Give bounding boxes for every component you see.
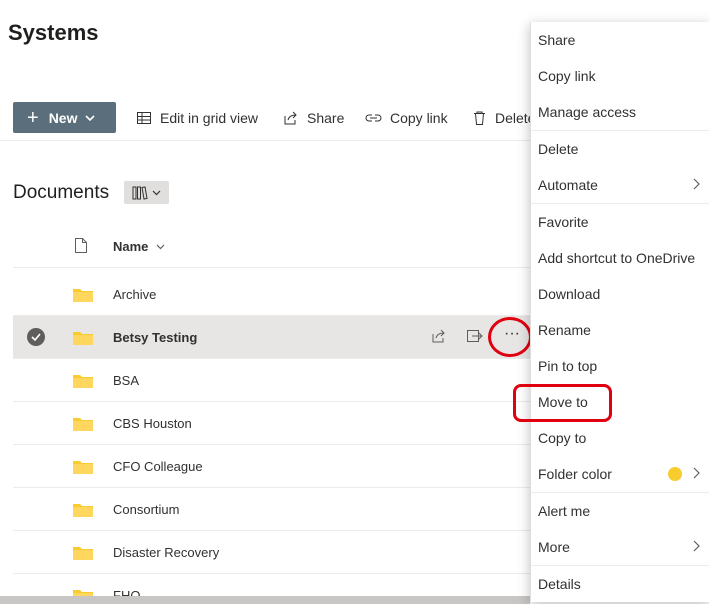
- checkmark-icon[interactable]: [27, 328, 45, 346]
- list-item[interactable]: BSA: [13, 359, 530, 402]
- copy-link-button[interactable]: Copy link: [365, 108, 448, 128]
- menu-item-label: Folder color: [538, 466, 612, 482]
- chevron-right-icon: [693, 467, 700, 479]
- share-label: Share: [307, 110, 345, 126]
- file-type-icon[interactable]: [74, 237, 88, 254]
- menu-item-label: Delete: [538, 141, 579, 157]
- menu-item-label: Add shortcut to OneDrive: [538, 250, 696, 266]
- menu-item-delete[interactable]: Delete: [531, 131, 709, 167]
- list-item[interactable]: Archive: [13, 273, 530, 316]
- menu-item-download[interactable]: Download: [531, 276, 709, 312]
- menu-item-copy-link[interactable]: Copy link: [531, 58, 709, 94]
- menu-item-label: Copy to: [538, 430, 587, 446]
- link-icon: [365, 114, 382, 122]
- menu-item-more[interactable]: More: [531, 529, 709, 565]
- menu-item-rename[interactable]: Rename: [531, 312, 709, 348]
- list-item[interactable]: CFO Colleague: [13, 445, 530, 488]
- menu-item-label: Favorite: [538, 214, 589, 230]
- list-item-selected[interactable]: Betsy Testing ···: [13, 316, 530, 359]
- share-icon: [284, 111, 297, 125]
- library-title: Documents: [13, 182, 110, 203]
- menu-item-favorite[interactable]: Favorite: [531, 204, 709, 240]
- menu-item-label: Manage access: [538, 104, 637, 120]
- folder-name[interactable]: CBS Houston: [113, 416, 192, 431]
- trash-icon: [474, 111, 485, 125]
- move-to-annotation-box: [513, 384, 612, 422]
- menu-item-label: Alert me: [538, 503, 591, 519]
- menu-item-details[interactable]: Details: [531, 566, 709, 602]
- menu-item-share[interactable]: Share: [531, 22, 709, 58]
- folder-name[interactable]: FHO: [113, 588, 140, 596]
- folder-icon: [73, 461, 93, 474]
- context-menu: Share Copy link Manage access Delete Aut…: [530, 22, 709, 602]
- menu-item-label: Rename: [538, 322, 591, 338]
- folder-icon: [73, 590, 93, 596]
- copy-link-label: Copy link: [390, 110, 448, 126]
- folder-icon: [73, 375, 93, 388]
- folder-name[interactable]: Consortium: [113, 502, 179, 517]
- menu-item-folder-color[interactable]: Folder color: [531, 456, 709, 492]
- grid-icon: [137, 112, 151, 124]
- view-switcher[interactable]: [124, 181, 169, 204]
- menu-item-alert-me[interactable]: Alert me: [531, 493, 709, 529]
- menu-item-label: Download: [538, 286, 601, 302]
- folder-icon: [73, 332, 93, 345]
- chevron-right-icon: [693, 178, 700, 190]
- copy-link-icon[interactable]: [466, 328, 484, 344]
- chevron-right-icon: [693, 540, 700, 552]
- chevron-down-icon: [85, 114, 96, 121]
- menu-item-label: Details: [538, 576, 581, 592]
- folder-color-swatch: [668, 467, 682, 481]
- list-item[interactable]: Disaster Recovery: [13, 531, 530, 574]
- chevron-down-icon: [156, 244, 165, 250]
- list-header-divider: [13, 267, 530, 268]
- new-button[interactable]: + New: [13, 102, 116, 133]
- share-button[interactable]: Share: [283, 108, 344, 128]
- menu-item-manage-access[interactable]: Manage access: [531, 94, 709, 130]
- edit-grid-view-label: Edit in grid view: [160, 110, 259, 126]
- folder-icon: [73, 418, 93, 431]
- folder-name[interactable]: CFO Colleague: [113, 459, 203, 474]
- ellipsis-annotation-circle: [488, 317, 532, 357]
- plus-icon: +: [27, 106, 39, 129]
- folder-icon: [73, 289, 93, 302]
- menu-item-label: Copy link: [538, 68, 596, 84]
- new-button-label: New: [48, 109, 78, 126]
- page-title: Systems: [8, 20, 99, 45]
- menu-item-label: Share: [538, 32, 576, 48]
- folder-name[interactable]: BSA: [113, 373, 139, 388]
- menu-item-copy-to[interactable]: Copy to: [531, 420, 709, 456]
- chevron-down-icon: [152, 190, 161, 196]
- menu-item-label: Pin to top: [538, 358, 598, 374]
- name-column-header[interactable]: Name: [113, 239, 165, 254]
- list-item[interactable]: CBS Houston: [13, 402, 530, 445]
- folder-name[interactable]: Disaster Recovery: [113, 545, 219, 560]
- name-column-label: Name: [113, 239, 149, 254]
- menu-item-automate[interactable]: Automate: [531, 167, 709, 203]
- share-icon[interactable]: [431, 328, 447, 344]
- menu-item-label: More: [538, 539, 570, 555]
- folder-icon: [73, 504, 93, 517]
- menu-item-label: Automate: [538, 177, 598, 193]
- delete-button[interactable]: Delete: [472, 108, 535, 128]
- edit-grid-view-button[interactable]: Edit in grid view: [136, 108, 258, 128]
- list-item[interactable]: FHO: [13, 574, 530, 596]
- menu-item-add-shortcut[interactable]: Add shortcut to OneDrive: [531, 240, 709, 276]
- horizontal-scrollbar[interactable]: [0, 596, 530, 604]
- menu-item-pin-to-top[interactable]: Pin to top: [531, 348, 709, 384]
- list-item[interactable]: Consortium: [13, 488, 530, 531]
- folder-name[interactable]: Betsy Testing: [113, 330, 197, 345]
- folder-name[interactable]: Archive: [113, 287, 156, 302]
- folder-icon: [73, 547, 93, 560]
- toolbar-divider: [0, 140, 530, 141]
- library-icon: [132, 185, 148, 200]
